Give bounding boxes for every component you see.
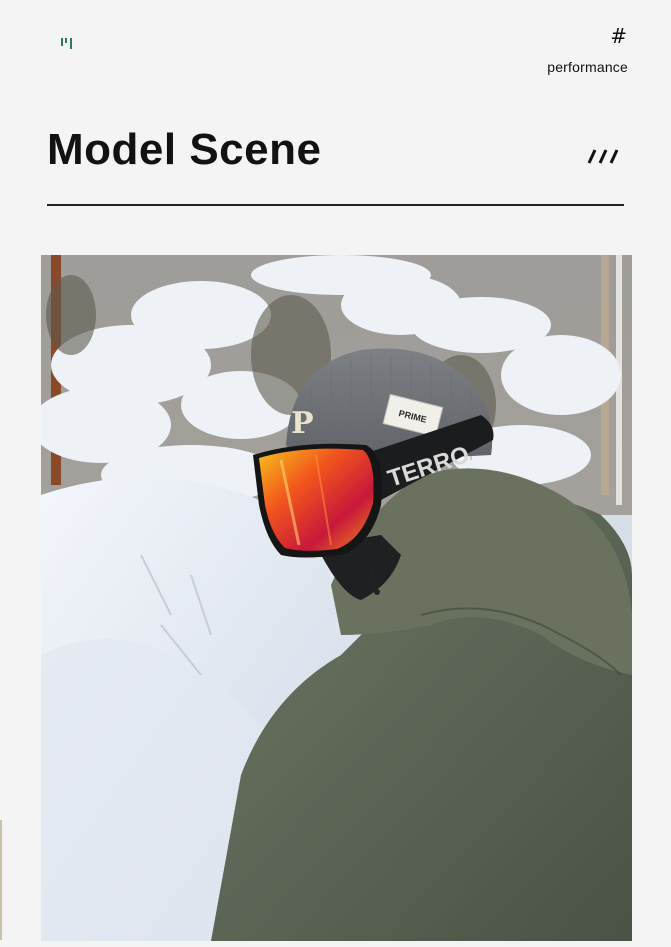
- triple-slash-icon: [587, 149, 619, 164]
- hash-symbol: #: [610, 24, 627, 48]
- beanie-letter: P: [291, 406, 314, 441]
- tagline-text: performance: [547, 59, 628, 75]
- brand-mark-icon: [61, 38, 72, 49]
- title-divider: [47, 204, 624, 206]
- page-title: Model Scene: [47, 125, 322, 174]
- edge-accent: [0, 820, 2, 940]
- model-photo: P PRIME TERRO: [41, 255, 632, 941]
